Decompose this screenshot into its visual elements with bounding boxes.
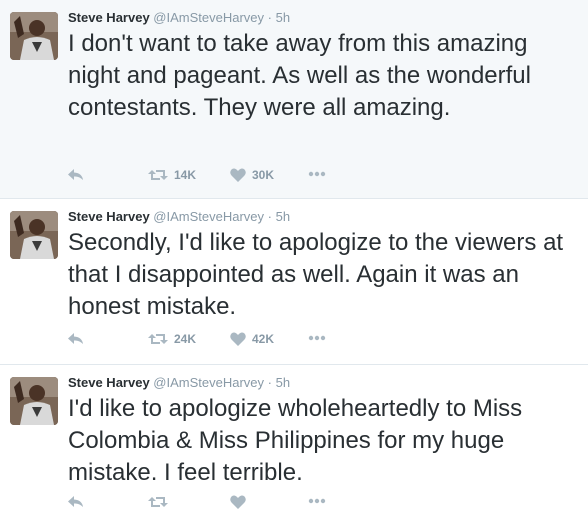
tweet-actions (68, 495, 348, 515)
tweet-timestamp[interactable]: 5h (276, 10, 290, 25)
tweet-header: Steve Harvey @IAmSteveHarvey · 5h (68, 374, 290, 392)
tweet[interactable]: Steve Harvey @IAmSteveHarvey · 5h Second… (0, 199, 588, 365)
author-name[interactable]: Steve Harvey (68, 10, 150, 25)
retweet-icon (148, 497, 168, 507)
avatar[interactable] (10, 211, 58, 259)
tweet-text: I'd like to apologize wholeheartedly to … (68, 395, 523, 486)
tweet-text: I don't want to take away from this amaz… (68, 30, 531, 121)
author-handle[interactable]: @IAmSteveHarvey (153, 209, 264, 224)
like-button[interactable]: 42K (230, 332, 274, 346)
avatar[interactable] (10, 12, 58, 60)
tweet-actions: 24K 42K (68, 332, 348, 352)
retweet-icon (148, 170, 168, 180)
tweet-timeline: Steve Harvey @IAmSteveHarvey · 5h I don'… (0, 0, 588, 509)
tweet[interactable]: Steve Harvey @IAmSteveHarvey · 5h I don'… (0, 0, 588, 199)
tweet-header: Steve Harvey @IAmSteveHarvey · 5h (68, 208, 290, 226)
tweet-header: Steve Harvey @IAmSteveHarvey · 5h (68, 9, 290, 27)
reply-icon (68, 169, 83, 180)
like-count: 30K (252, 168, 275, 182)
more-dots-icon (308, 335, 326, 341)
reply-button[interactable] (68, 495, 84, 509)
heart-icon (230, 332, 246, 346)
heart-icon (230, 168, 246, 182)
retweet-count: 14K (174, 168, 197, 182)
tweet-timestamp[interactable]: 5h (276, 375, 290, 390)
avatar[interactable] (10, 377, 58, 425)
reply-icon (68, 333, 83, 344)
retweet-button[interactable]: 14K (148, 168, 196, 182)
reply-icon (68, 496, 83, 507)
separator: · (267, 375, 272, 390)
more-button[interactable] (308, 335, 326, 341)
reply-button[interactable] (68, 332, 84, 346)
separator: · (267, 10, 272, 25)
retweet-button[interactable] (148, 495, 174, 509)
author-handle[interactable]: @IAmSteveHarvey (153, 10, 264, 25)
retweet-count: 24K (174, 332, 197, 346)
more-dots-icon (308, 498, 326, 504)
more-button[interactable] (308, 171, 326, 177)
tweet-timestamp[interactable]: 5h (276, 209, 290, 224)
more-dots-icon (308, 171, 326, 177)
more-button[interactable] (308, 498, 326, 504)
heart-icon (230, 495, 246, 509)
tweet-text: Secondly, I'd like to apologize to the v… (68, 229, 564, 320)
tweet-actions: 14K 30K (68, 168, 348, 188)
separator: · (267, 209, 272, 224)
author-handle[interactable]: @IAmSteveHarvey (153, 375, 264, 390)
tweet[interactable]: Steve Harvey @IAmSteveHarvey · 5h I'd li… (0, 365, 588, 509)
reply-button[interactable] (68, 168, 84, 182)
like-count: 42K (252, 332, 275, 346)
like-button[interactable] (230, 495, 252, 509)
author-name[interactable]: Steve Harvey (68, 375, 150, 390)
retweet-button[interactable]: 24K (148, 332, 196, 346)
like-button[interactable]: 30K (230, 168, 274, 182)
author-name[interactable]: Steve Harvey (68, 209, 150, 224)
retweet-icon (148, 334, 168, 344)
